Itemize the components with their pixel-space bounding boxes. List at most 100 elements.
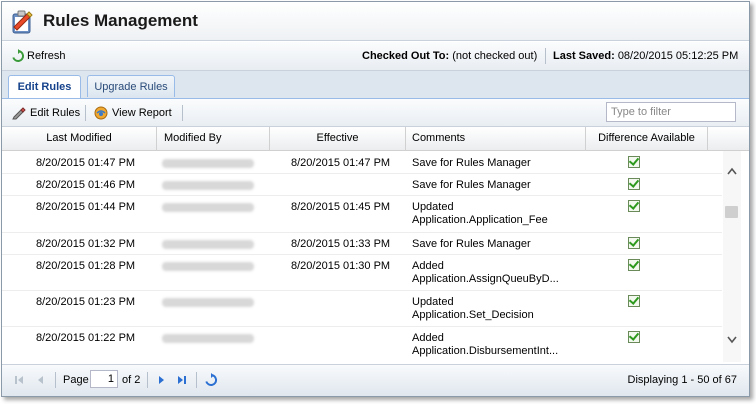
table-row[interactable]: 8/20/2015 01:44 PM 8/20/2015 01:45 PM Up… bbox=[2, 195, 722, 233]
difference-check-icon bbox=[628, 156, 640, 168]
column-header-last-modified[interactable]: Last Modified bbox=[2, 127, 157, 150]
cell-last-modified: 8/20/2015 01:32 PM bbox=[36, 238, 136, 250]
last-page-icon[interactable] bbox=[175, 373, 189, 387]
table-row[interactable]: 8/20/2015 01:47 PM 8/20/2015 01:47 PM Sa… bbox=[2, 151, 722, 174]
cell-effective: 8/20/2015 01:30 PM bbox=[291, 260, 391, 272]
edit-pencil-icon bbox=[12, 107, 26, 120]
cell-comment: Save for Rules Manager bbox=[412, 238, 531, 251]
next-page-icon[interactable] bbox=[154, 373, 168, 387]
top-toolbar: Refresh Checked Out To: (not checked out… bbox=[2, 42, 749, 71]
last-saved-status: Last Saved: 08/20/2015 05:12:25 PM bbox=[553, 50, 738, 62]
cell-comment-line1: Added bbox=[412, 332, 444, 344]
refresh-icon bbox=[12, 49, 25, 62]
title-bar: Rules Management bbox=[2, 2, 749, 41]
table-row[interactable]: 8/20/2015 01:46 PM Save for Rules Manage… bbox=[2, 173, 722, 196]
table-row[interactable]: 8/20/2015 01:32 PM 8/20/2015 01:33 PM Sa… bbox=[2, 232, 722, 255]
refresh-label: Refresh bbox=[27, 50, 66, 62]
report-globe-icon bbox=[94, 106, 108, 120]
difference-check-icon bbox=[628, 178, 640, 190]
redacted-user bbox=[162, 181, 254, 190]
edit-rules-button[interactable]: Edit Rules bbox=[12, 105, 80, 121]
cell-comment-line2: Application.AssignQueuByD... bbox=[412, 273, 559, 285]
displaying-status: Displaying 1 - 50 of 67 bbox=[627, 374, 737, 386]
refresh-button[interactable]: Refresh bbox=[11, 49, 66, 63]
scroll-up-icon[interactable] bbox=[727, 167, 737, 175]
refresh-icon[interactable] bbox=[204, 373, 218, 387]
cell-effective: 8/20/2015 01:45 PM bbox=[291, 201, 391, 213]
toolbar-separator bbox=[85, 105, 86, 121]
table-row[interactable]: 8/20/2015 01:28 PM 8/20/2015 01:30 PM Ad… bbox=[2, 254, 722, 291]
rules-management-window: Rules Management Refresh Checked Out To:… bbox=[1, 1, 750, 397]
table-row[interactable]: 8/20/2015 01:23 PM Updated Application.Se… bbox=[2, 290, 722, 327]
view-report-label: View Report bbox=[112, 107, 172, 119]
cell-comment-line2: Application.Application_Fee bbox=[412, 214, 548, 226]
cell-comment-line1: Updated bbox=[412, 296, 454, 308]
toolbar-separator bbox=[545, 48, 546, 64]
checked-out-status: Checked Out To: (not checked out) bbox=[362, 50, 537, 62]
cell-comment: Updated Application.Application_Fee bbox=[412, 201, 548, 227]
column-header-modified-by[interactable]: Modified By bbox=[157, 127, 270, 150]
vertical-scrollbar[interactable] bbox=[723, 151, 741, 362]
filter-input[interactable] bbox=[606, 102, 736, 122]
redacted-user bbox=[162, 298, 254, 307]
cell-last-modified: 8/20/2015 01:46 PM bbox=[36, 179, 136, 191]
cell-comment-line1: Save for Rules Manager bbox=[412, 179, 531, 191]
rules-clipboard-icon bbox=[12, 10, 33, 34]
redacted-user bbox=[162, 203, 254, 212]
redacted-user bbox=[162, 334, 254, 343]
difference-check-icon bbox=[628, 200, 640, 212]
scroll-thumb[interactable] bbox=[725, 206, 738, 218]
grid-toolbar: Edit Rules View Report bbox=[2, 99, 749, 127]
cell-last-modified: 8/20/2015 01:23 PM bbox=[36, 296, 136, 308]
window-title: Rules Management bbox=[43, 11, 198, 30]
cell-effective: 8/20/2015 01:33 PM bbox=[291, 238, 391, 250]
cell-comment: Save for Rules Manager bbox=[412, 179, 531, 192]
grid-header: Last Modified Modified By Effective Comm… bbox=[2, 127, 749, 151]
cell-comment-line1: Save for Rules Manager bbox=[412, 238, 531, 250]
tab-edit-rules[interactable]: Edit Rules bbox=[8, 75, 81, 98]
edit-rules-label: Edit Rules bbox=[30, 107, 81, 119]
last-saved-label: Last Saved: bbox=[553, 50, 615, 62]
checked-out-value: (not checked out) bbox=[452, 50, 538, 62]
rules-grid: 8/20/2015 01:47 PM 8/20/2015 01:47 PM Sa… bbox=[2, 151, 722, 362]
page-number-input[interactable] bbox=[90, 370, 118, 388]
scroll-down-icon[interactable] bbox=[727, 336, 737, 344]
difference-check-icon bbox=[628, 331, 640, 343]
pager-separator bbox=[196, 372, 197, 388]
cell-last-modified: 8/20/2015 01:28 PM bbox=[36, 260, 136, 272]
redacted-user bbox=[162, 262, 254, 271]
tab-strip: Edit Rules Upgrade Rules bbox=[2, 71, 749, 99]
cell-comment-line1: Updated bbox=[412, 201, 454, 213]
first-page-icon[interactable] bbox=[12, 373, 26, 387]
view-report-button[interactable]: View Report bbox=[94, 105, 172, 121]
cell-comment-line1: Save for Rules Manager bbox=[412, 157, 531, 169]
column-header-comments[interactable]: Comments bbox=[406, 127, 586, 150]
toolbar-separator bbox=[182, 105, 183, 121]
cell-comment-line1: Added bbox=[412, 260, 444, 272]
cell-comment: Added Application.DisbursementInt... bbox=[412, 332, 558, 358]
cell-comment-line2: Application.DisbursementInt... bbox=[412, 345, 559, 357]
pager-separator bbox=[147, 372, 148, 388]
cell-comment-line2: Application.Set_Decision bbox=[412, 309, 534, 321]
cell-comment: Added Application.AssignQueuByD... bbox=[412, 260, 559, 286]
pager-separator bbox=[55, 372, 56, 388]
previous-page-icon[interactable] bbox=[34, 373, 48, 387]
cell-effective: 8/20/2015 01:47 PM bbox=[291, 157, 391, 169]
cell-comment: Updated Application.Set_Decision bbox=[412, 296, 534, 322]
cell-last-modified: 8/20/2015 01:44 PM bbox=[36, 201, 136, 213]
redacted-user bbox=[162, 240, 254, 249]
cell-last-modified: 8/20/2015 01:47 PM bbox=[36, 157, 136, 169]
difference-check-icon bbox=[628, 259, 640, 271]
column-header-difference-available[interactable]: Difference Available bbox=[586, 127, 708, 150]
cell-comment: Save for Rules Manager bbox=[412, 157, 531, 170]
table-row[interactable]: 8/20/2015 01:22 PM Added Application.Disb… bbox=[2, 326, 722, 362]
paging-toolbar: Page of 2 Displaying 1 - 50 of 67 bbox=[2, 364, 749, 396]
tab-upgrade-rules[interactable]: Upgrade Rules bbox=[87, 75, 175, 97]
column-header-effective[interactable]: Effective bbox=[270, 127, 406, 150]
difference-check-icon bbox=[628, 295, 640, 307]
difference-check-icon bbox=[628, 237, 640, 249]
last-saved-value: 08/20/2015 05:12:25 PM bbox=[617, 50, 739, 62]
redacted-user bbox=[162, 159, 254, 168]
page-label: Page bbox=[63, 374, 89, 386]
page-count: of 2 bbox=[122, 374, 141, 386]
